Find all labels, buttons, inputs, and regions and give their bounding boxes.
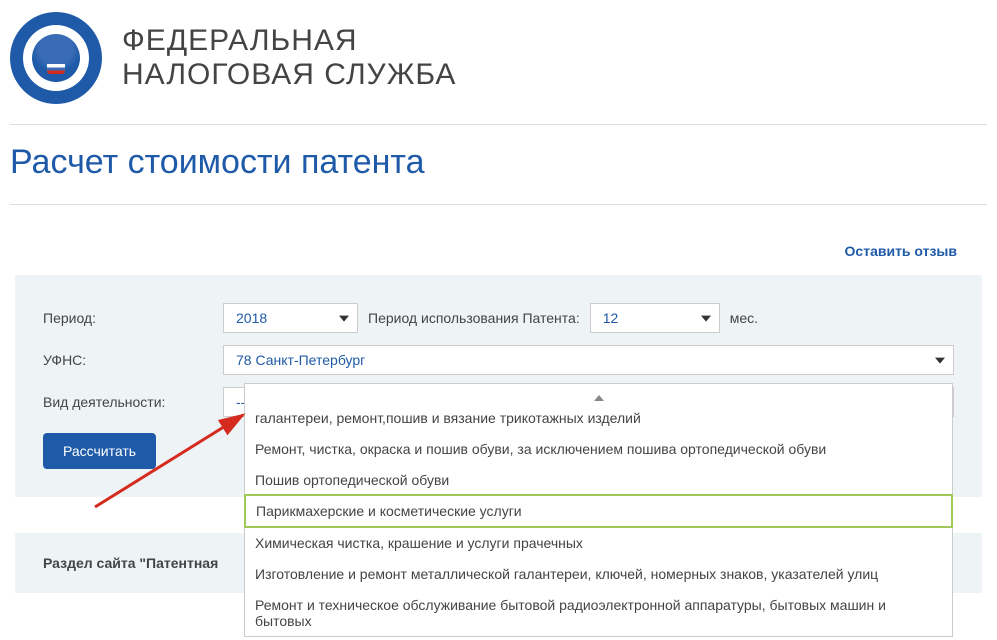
dropdown-item[interactable]: Парикмахерские и косметические услуги <box>244 494 953 528</box>
months-value: 12 <box>603 310 619 326</box>
divider <box>10 204 987 205</box>
fns-logo <box>10 12 102 104</box>
year-select[interactable]: 2018 <box>223 303 358 333</box>
activity-label: Вид деятельности: <box>43 394 213 410</box>
scroll-up-icon[interactable] <box>245 384 952 402</box>
dropdown-item[interactable]: Ремонт и техническое обслуживание бытово… <box>245 589 952 636</box>
dropdown-item[interactable]: Ремонт, чистка, окраска и пошив обуви, з… <box>245 433 952 464</box>
year-value: 2018 <box>236 310 267 326</box>
ufns-select[interactable]: 78 Санкт-Петербург <box>223 345 954 375</box>
dropdown-item[interactable]: галантереи, ремонт,пошив и вязание трико… <box>245 402 952 433</box>
usage-period-label: Период использования Патента: <box>368 310 580 326</box>
form-panel: Период: 2018 Период использования Патент… <box>15 275 982 497</box>
org-title-line2: НАЛОГОВАЯ СЛУЖБА <box>122 58 456 93</box>
org-title-line1: ФЕДЕРАЛЬНАЯ <box>122 24 456 59</box>
row-period: Период: 2018 Период использования Патент… <box>43 303 954 333</box>
dropdown-item[interactable]: Пошив ортопедической обуви <box>245 464 952 495</box>
page-title: Расчет стоимости патента <box>0 133 997 196</box>
dropdown-item[interactable]: Химическая чистка, крашение и услуги пра… <box>245 527 952 558</box>
months-select[interactable]: 12 <box>590 303 720 333</box>
header: ФЕДЕРАЛЬНАЯ НАЛОГОВАЯ СЛУЖБА <box>0 0 997 116</box>
calculate-button[interactable]: Рассчитать <box>43 433 156 469</box>
ufns-value: 78 Санкт-Петербург <box>236 352 365 368</box>
period-label: Период: <box>43 310 213 326</box>
row-ufns: УФНС: 78 Санкт-Петербург <box>43 345 954 375</box>
activity-dropdown: галантереи, ремонт,пошив и вязание трико… <box>244 383 953 637</box>
months-suffix: мес. <box>730 310 758 326</box>
dropdown-item[interactable]: Изготовление и ремонт металлической гала… <box>245 558 952 589</box>
ufns-label: УФНС: <box>43 352 213 368</box>
feedback-link[interactable]: Оставить отзыв <box>0 213 997 275</box>
org-title: ФЕДЕРАЛЬНАЯ НАЛОГОВАЯ СЛУЖБА <box>122 24 456 93</box>
divider <box>10 124 987 125</box>
